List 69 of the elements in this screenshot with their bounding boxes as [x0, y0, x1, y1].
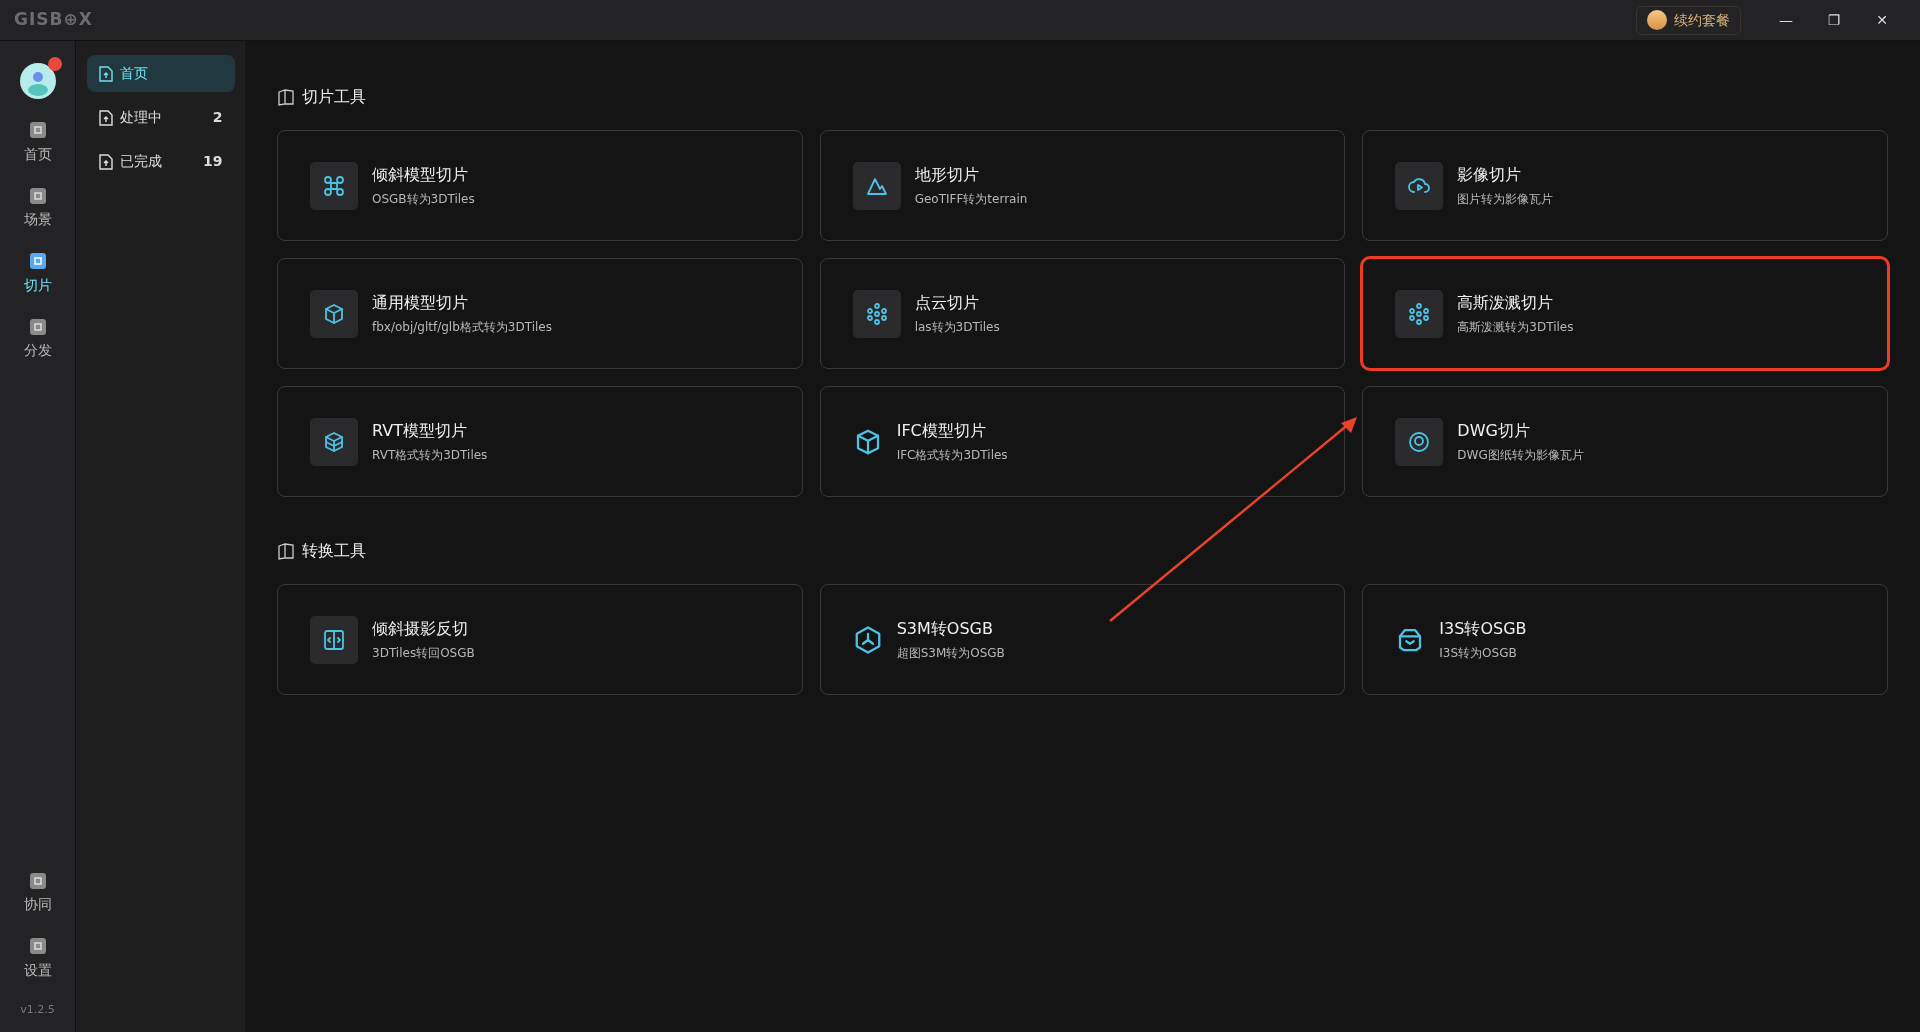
drone-icon	[322, 173, 346, 198]
notification-badge	[47, 57, 62, 71]
card-title: DWG切片	[1457, 419, 1531, 442]
card-subtitle: fbx/obj/gltf/glb格式转为3DTiles	[372, 319, 552, 337]
tool-card[interactable]: DWG切片 DWG图纸转为影像瓦片	[1362, 386, 1888, 497]
renew-plan-button[interactable]: 续约套餐	[1636, 5, 1741, 35]
card-subtitle: GeoTIFF转为terrain	[914, 191, 1028, 209]
card-subtitle: I3S转为OSGB	[1439, 645, 1518, 663]
nav-rail-item[interactable]: 协同	[23, 870, 52, 915]
document-icon	[98, 109, 113, 126]
tool-card[interactable]: 点云切片 las转为3DTiles	[819, 258, 1346, 369]
tool-card[interactable]: 影像切片 图片转为影像瓦片	[1362, 130, 1888, 241]
card-title: 地形切片	[914, 163, 980, 186]
card-title: 通用模型切片	[372, 291, 469, 314]
tool-card[interactable]: RVT模型切片 RVT格式转为3DTiles	[277, 386, 803, 497]
nav-rail-item[interactable]: 切片	[23, 251, 52, 296]
card-subtitle: RVT格式转为3DTiles	[372, 447, 488, 465]
folder-icon	[277, 542, 295, 560]
version-label: v1.2.5	[20, 1001, 55, 1018]
card-subtitle: 3DTiles转回OSGB	[372, 645, 475, 663]
nav-rail-item[interactable]: 分发	[23, 316, 52, 361]
nav-rail-item[interactable]: 设置	[23, 936, 52, 981]
sidebar-item[interactable]: 处理中 2	[86, 99, 235, 136]
card-title: RVT模型切片	[372, 419, 468, 442]
tool-card[interactable]: 高斯泼溅切片 高斯泼溅转为3DTiles	[1362, 258, 1888, 369]
section-title: 切片工具	[302, 86, 366, 108]
tool-card[interactable]: 倾斜模型切片 OSGB转为3DTiles	[277, 130, 803, 241]
card-title: 影像切片	[1457, 163, 1523, 186]
card-subtitle: 图片转为影像瓦片	[1457, 191, 1554, 209]
avatar[interactable]	[19, 63, 56, 99]
cube-icon	[322, 429, 346, 454]
document-arrows-icon	[322, 627, 346, 652]
document-icon	[98, 153, 113, 170]
card-subtitle: DWG图纸转为影像瓦片	[1457, 447, 1584, 465]
tool-card[interactable]: 地形切片 GeoTIFF转为terrain	[819, 130, 1346, 241]
card-subtitle: OSGB转为3DTiles	[372, 191, 475, 209]
cube-icon	[322, 301, 346, 326]
card-title: 倾斜模型切片	[372, 163, 469, 186]
tool-card[interactable]: 倾斜摄影反切 3DTiles转回OSGB	[277, 584, 803, 695]
app-logo: GISB⊕X	[14, 8, 93, 32]
card-subtitle: 高斯泼溅转为3DTiles	[1457, 319, 1574, 337]
section-title: 转换工具	[302, 540, 366, 562]
nodes-icon	[1407, 301, 1432, 326]
card-title: IFC模型切片	[896, 419, 987, 442]
card-subtitle: las转为3DTiles	[914, 319, 1000, 337]
tool-card[interactable]: I3S转OSGB I3S转为OSGB	[1362, 584, 1888, 695]
document-icon	[98, 65, 113, 82]
book-icon	[277, 88, 295, 106]
card-title: S3M转OSGB	[896, 617, 994, 640]
count-label: 2	[212, 108, 223, 127]
ring-icon	[1407, 429, 1432, 454]
card-title: 高斯泼溅切片	[1457, 291, 1555, 314]
tool-card[interactable]: 通用模型切片 fbx/obj/gltf/glb格式转为3DTiles	[277, 258, 803, 369]
card-title: 倾斜摄影反切	[372, 617, 469, 640]
nav-rail-item[interactable]: 首页	[23, 120, 52, 165]
nodes-icon	[864, 301, 889, 326]
card-title: 点云切片	[914, 291, 980, 314]
nav-rail-item[interactable]: 场景	[23, 185, 52, 230]
close-button[interactable]: ✕	[1858, 8, 1906, 32]
minimize-button[interactable]: —	[1762, 8, 1810, 32]
sidebar-item[interactable]: 首页	[86, 55, 235, 92]
count-label: 19	[203, 152, 223, 171]
tool-card[interactable]: S3M转OSGB 超图S3M转为OSGB	[819, 584, 1346, 695]
sidebar-item[interactable]: 已完成 19	[86, 143, 235, 180]
card-title: I3S转OSGB	[1439, 617, 1527, 640]
card-subtitle: IFC格式转为3DTiles	[896, 447, 1008, 465]
tool-card[interactable]: IFC模型切片 IFC格式转为3DTiles	[819, 386, 1346, 497]
restore-button[interactable]: ❐	[1810, 8, 1858, 32]
card-subtitle: 超图S3M转为OSGB	[896, 645, 1005, 663]
